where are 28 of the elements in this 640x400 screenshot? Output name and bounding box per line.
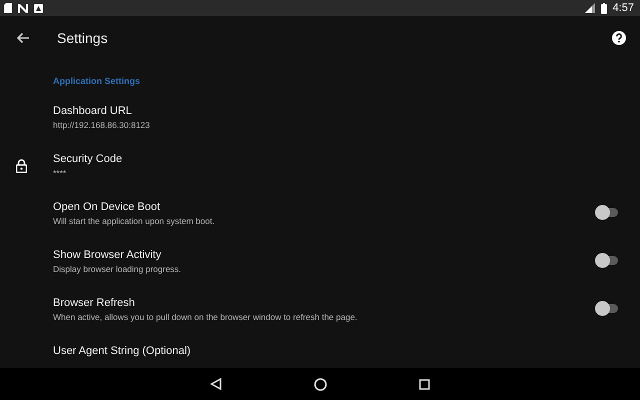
sd-card-icon	[4, 3, 12, 13]
image-icon	[34, 4, 43, 12]
setting-title[interactable]: Show Browser Activity	[53, 247, 598, 263]
setting-title[interactable]: Open On Device Boot	[53, 199, 598, 215]
setting-summary: Display browser loading progress.	[53, 263, 182, 275]
setting-title[interactable]: Security Code	[53, 151, 618, 167]
section-title: Application Settings	[52, 75, 142, 88]
back-button[interactable]	[16, 32, 30, 44]
setting-title[interactable]: Dashboard URL	[53, 103, 618, 119]
battery-icon	[600, 2, 607, 14]
setting-title[interactable]: User Agent String (Optional)	[53, 343, 618, 359]
home-button[interactable]	[314, 378, 327, 390]
clock-time: 4:57	[612, 2, 634, 14]
toggle-switch[interactable]	[598, 304, 618, 313]
setting-summary: When active, allows you to pull down on the browser window to refresh the page.	[53, 311, 358, 323]
recents-button[interactable]	[419, 378, 430, 390]
back-nav-button[interactable]	[210, 378, 222, 390]
lock-icon	[16, 159, 27, 173]
setting-summary: http://192.168.86.30:8123	[53, 119, 151, 131]
toolbar-title: Settings	[57, 30, 109, 46]
toggle-switch[interactable]	[598, 256, 618, 265]
toggle-switch[interactable]	[598, 208, 618, 217]
setting-summary: Will start the application upon system boot.	[53, 215, 216, 227]
n-logo-icon	[18, 4, 28, 12]
help-button[interactable]	[612, 31, 626, 45]
setting-title[interactable]: Browser Refresh	[53, 295, 598, 311]
setting-summary: ****	[53, 167, 68, 179]
signal-icon	[584, 3, 595, 13]
